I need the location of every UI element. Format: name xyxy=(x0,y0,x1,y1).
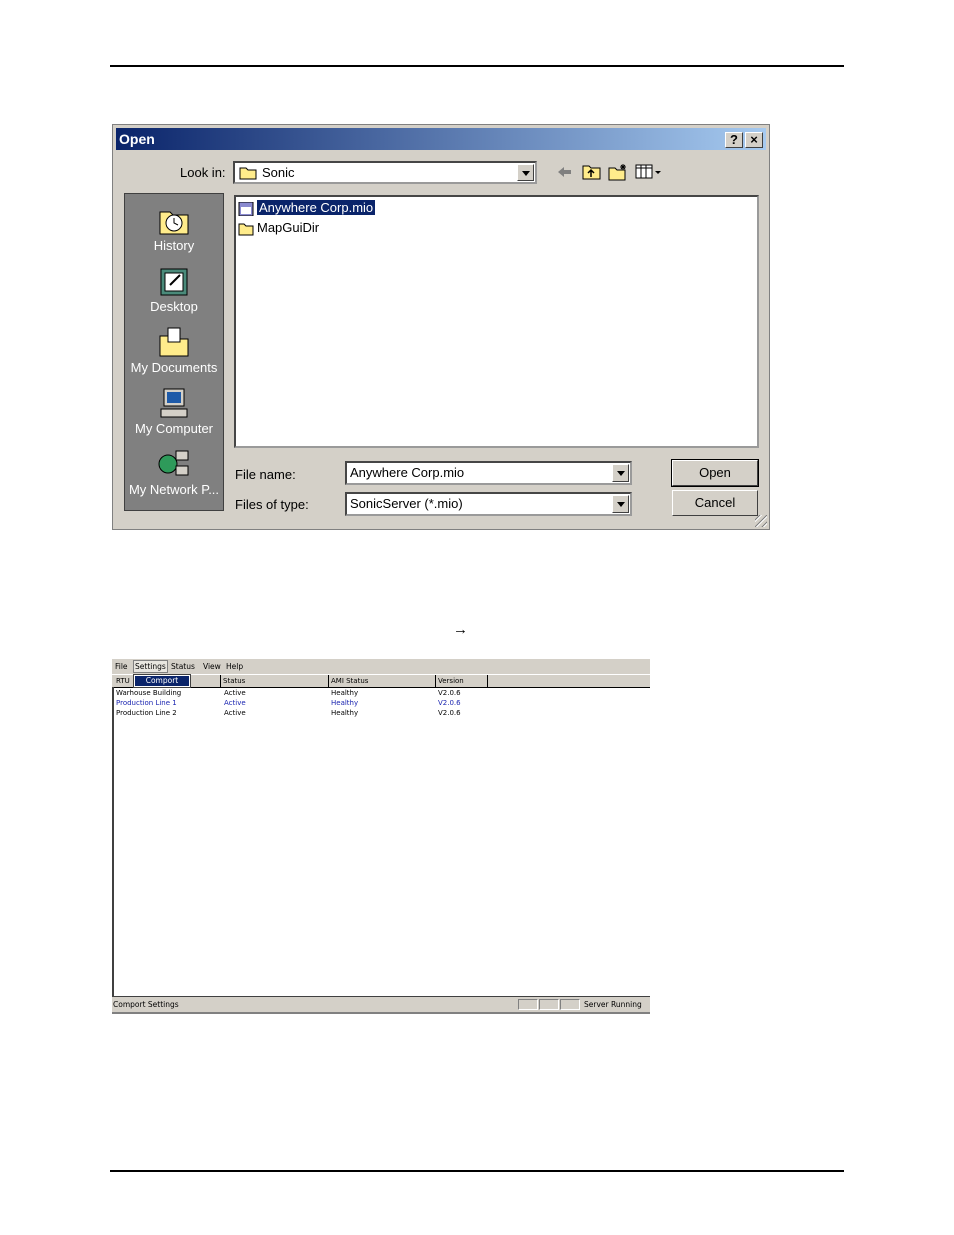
open-button[interactable]: Open xyxy=(671,459,759,487)
files-of-type-value: SonicServer (*.mio) xyxy=(350,496,463,511)
open-dialog: Open ? × Look in: Sonic History Desktop … xyxy=(112,124,770,530)
menu-status[interactable]: Status xyxy=(171,662,195,671)
file-item[interactable]: MapGuiDir xyxy=(238,219,319,237)
menu-item-comport[interactable]: Comport xyxy=(135,676,189,686)
place-history[interactable]: History xyxy=(125,204,223,253)
page-bottom-rule xyxy=(110,1170,844,1172)
my-network-icon xyxy=(158,450,189,476)
place-my-network-label: My Network P... xyxy=(128,482,220,497)
close-button[interactable]: × xyxy=(745,132,763,148)
view-menu-icon[interactable] xyxy=(635,163,663,181)
place-desktop[interactable]: Desktop xyxy=(125,265,223,314)
file-name-value: Anywhere Corp.mio xyxy=(350,465,465,480)
settings-dropdown-menu: Comport xyxy=(133,674,191,688)
my-computer-icon xyxy=(160,388,188,418)
folder-open-icon xyxy=(239,167,257,180)
column-header-version[interactable]: Version xyxy=(436,675,488,687)
look-in-dropdown-arrow[interactable] xyxy=(517,164,534,181)
look-in-label: Look in: xyxy=(180,165,226,180)
menu-help[interactable]: Help xyxy=(226,662,243,671)
look-in-combo[interactable]: Sonic xyxy=(233,161,537,184)
table-row[interactable]: Production Line 2 Active Healthy V2.0.6 xyxy=(112,709,650,719)
back-arrow-icon[interactable] xyxy=(556,163,572,181)
place-desktop-label: Desktop xyxy=(150,299,198,314)
cell-rtu: Production Line 2 xyxy=(116,709,177,717)
history-icon xyxy=(159,211,189,235)
app-window: File Settings Status View Help RTU Statu… xyxy=(112,659,650,1014)
table-row[interactable]: Warhouse Building Active Healthy V2.0.6 xyxy=(112,689,650,699)
place-my-computer-label: My Computer xyxy=(134,421,214,436)
cell-version: V2.0.6 xyxy=(438,689,461,697)
resize-grip[interactable] xyxy=(755,515,767,527)
files-of-type-select[interactable]: SonicServer (*.mio) xyxy=(345,492,632,516)
cell-ami-status: Healthy xyxy=(331,709,359,717)
file-name-dropdown-arrow[interactable] xyxy=(612,464,629,482)
cell-ami-status: Healthy xyxy=(331,699,359,707)
place-my-network[interactable]: My Network P... xyxy=(125,448,223,497)
file-name: MapGuiDir xyxy=(257,220,320,235)
help-button[interactable]: ? xyxy=(725,132,743,148)
cell-rtu: Production Line 1 xyxy=(116,699,177,707)
cell-ami-status: Healthy xyxy=(331,689,359,697)
menu-view[interactable]: View xyxy=(203,662,221,671)
file-name-input[interactable]: Anywhere Corp.mio xyxy=(345,461,632,485)
new-folder-icon[interactable] xyxy=(608,163,628,181)
up-folder-icon[interactable] xyxy=(582,163,602,181)
status-text: Comport Settings xyxy=(113,1000,179,1009)
list-left-border xyxy=(112,687,114,997)
status-bar-bottom-edge xyxy=(112,1012,650,1014)
cell-version: V2.0.6 xyxy=(438,699,461,707)
files-of-type-label: Files of type: xyxy=(235,497,309,512)
right-arrow-icon: → xyxy=(453,621,468,638)
table-row[interactable]: Production Line 1 Active Healthy V2.0.6 xyxy=(112,699,650,709)
cell-status: Active xyxy=(224,699,246,707)
column-header-ami-status[interactable]: AMI Status xyxy=(329,675,436,687)
cell-status: Active xyxy=(224,689,246,697)
file-list[interactable]: Anywhere Corp.mio MapGuiDir xyxy=(234,195,759,448)
status-panel xyxy=(560,999,580,1010)
file-name-label: File name: xyxy=(235,467,296,482)
file-item[interactable]: Anywhere Corp.mio xyxy=(238,199,376,217)
place-my-documents-label: My Documents xyxy=(130,360,218,375)
place-my-documents[interactable]: My Documents xyxy=(125,326,223,375)
status-panel xyxy=(518,999,538,1010)
files-of-type-dropdown-arrow[interactable] xyxy=(612,495,629,513)
file-name: Anywhere Corp.mio xyxy=(257,200,376,215)
status-panel xyxy=(539,999,559,1010)
cell-rtu: Warhouse Building xyxy=(116,689,182,697)
cell-status: Active xyxy=(224,709,246,717)
mio-file-icon xyxy=(238,201,254,216)
column-header-status[interactable]: Status xyxy=(221,675,329,687)
dialog-title: Open xyxy=(119,131,155,147)
dialog-title-bar[interactable]: Open ? × xyxy=(116,128,766,150)
status-bar: Comport Settings Server Running xyxy=(112,997,650,1014)
places-bar: History Desktop My Documents My Computer… xyxy=(124,193,224,511)
folder-icon xyxy=(238,223,254,236)
desktop-icon xyxy=(160,268,188,296)
menu-file[interactable]: File xyxy=(115,662,128,671)
menu-bar: File Settings Status View Help xyxy=(112,659,650,674)
server-status-text: Server Running xyxy=(584,1000,642,1009)
cancel-button[interactable]: Cancel xyxy=(672,490,758,516)
cell-version: V2.0.6 xyxy=(438,709,461,717)
table-header: RTU Status AMI Status Version xyxy=(112,675,650,688)
page-top-rule xyxy=(110,65,844,67)
menu-settings[interactable]: Settings xyxy=(133,660,168,673)
my-documents-icon xyxy=(159,327,189,357)
place-my-computer[interactable]: My Computer xyxy=(125,387,223,436)
place-history-label: History xyxy=(153,238,195,253)
look-in-value: Sonic xyxy=(262,165,295,180)
